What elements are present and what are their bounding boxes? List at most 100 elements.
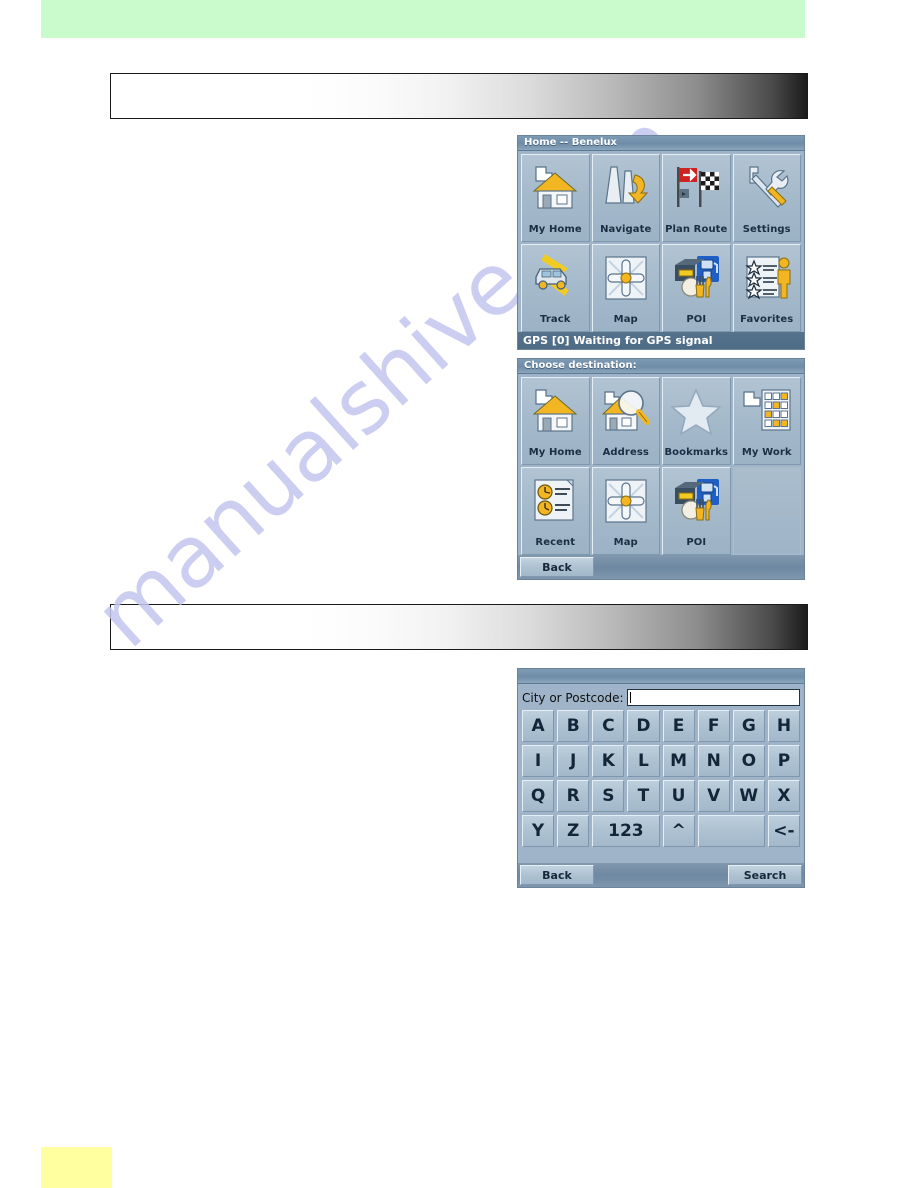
tile-navigate[interactable]: Navigate (591, 154, 660, 242)
key-s[interactable]: S (592, 780, 625, 812)
key-q[interactable]: Q (522, 780, 555, 812)
keyboard-title-bar (518, 669, 804, 684)
home-title-bar: Home -- Benelux (518, 136, 804, 151)
keyboard-row-1: A B C D E F G H (522, 710, 800, 742)
key-a[interactable]: A (522, 710, 555, 742)
tile-label: My Home (528, 224, 582, 235)
key-l[interactable]: L (627, 745, 660, 777)
navigate-arrow-icon (605, 166, 648, 204)
document-page: manualshive.com Home -- Benelux My Home (0, 0, 918, 1188)
key-n[interactable]: N (697, 745, 730, 777)
gps-status-text: GPS [0] Waiting for GPS signal (523, 334, 713, 347)
tile-label: Navigate (600, 224, 652, 235)
tile-label: POI (686, 537, 707, 548)
gps-status-bar: GPS [0] Waiting for GPS signal (518, 332, 804, 349)
keyboard-body: City or Postcode: A B C D E F G H I J K … (518, 684, 804, 847)
key-u[interactable]: U (662, 780, 695, 812)
map-crosshair-icon (605, 479, 647, 523)
dest-tile-address[interactable]: Address (591, 377, 660, 465)
key-i[interactable]: I (522, 745, 555, 777)
key-v[interactable]: V (697, 780, 730, 812)
map-crosshair-icon (605, 256, 647, 300)
gradient-rule-top (110, 73, 808, 119)
key-h[interactable]: H (767, 710, 800, 742)
green-header-band (41, 0, 805, 38)
yellow-footer-chip (41, 1147, 112, 1188)
keyboard-button-bar: Back Search (518, 863, 804, 887)
tile-favorites[interactable]: Favorites (732, 244, 801, 332)
dest-tile-recent[interactable]: Recent (521, 467, 590, 555)
tile-label: Plan Route (665, 224, 728, 235)
home-tile-grid: My Home Navigate Plan Route Settings Tra… (518, 151, 804, 335)
key-b[interactable]: B (557, 710, 590, 742)
recent-clock-list-icon (534, 479, 574, 521)
city-postcode-input[interactable] (626, 689, 800, 706)
home-icon (532, 389, 578, 432)
address-magnifier-icon (601, 390, 650, 431)
tile-label: My Home (528, 447, 582, 458)
tile-poi[interactable]: POI (662, 244, 731, 332)
destination-tile-grid: My Home Address Bookmarks My Work Recent… (518, 374, 804, 558)
dest-tile-poi[interactable]: POI (662, 467, 731, 555)
dest-tile-my-home[interactable]: My Home (521, 377, 590, 465)
keyboard-search-button[interactable]: Search (728, 865, 802, 885)
home-icon (532, 166, 578, 209)
button-bar-spacer (594, 865, 728, 885)
key-y[interactable]: Y (522, 815, 555, 847)
key-e[interactable]: E (662, 710, 695, 742)
poi-fuel-fork-icon (675, 479, 720, 521)
home-title: Home -- Benelux (524, 137, 618, 148)
star-icon (671, 389, 722, 435)
tools-wrench-screwdriver-icon (749, 166, 789, 208)
dest-tile-empty (732, 467, 801, 555)
key-p[interactable]: P (767, 745, 800, 777)
city-postcode-keyboard-screen: City or Postcode: A B C D E F G H I J K … (517, 668, 805, 888)
key-shift[interactable]: ^ (662, 815, 695, 847)
destination-title-bar: Choose destination: (518, 359, 804, 374)
key-x[interactable]: X (767, 780, 800, 812)
destination-button-bar: Back (518, 555, 804, 579)
text-caret (629, 692, 631, 703)
key-g[interactable]: G (732, 710, 765, 742)
city-postcode-label: City or Postcode: (522, 690, 624, 705)
plan-route-flags-icon (677, 167, 720, 207)
dest-tile-map[interactable]: Map (591, 467, 660, 555)
keyboard-row-3: Q R S T U V W X (522, 780, 800, 812)
key-o[interactable]: O (732, 745, 765, 777)
tile-label: Bookmarks (664, 447, 729, 458)
keyboard-row-2: I J K L M N O P (522, 745, 800, 777)
tile-label: Favorites (740, 314, 794, 325)
tile-label: Track (540, 314, 571, 325)
my-work-building-icon (743, 389, 791, 431)
keyboard-row-4: Y Z 123 ^ <- (522, 815, 800, 847)
key-backspace[interactable]: <- (767, 815, 800, 847)
tile-my-home[interactable]: My Home (521, 154, 590, 242)
key-r[interactable]: R (557, 780, 590, 812)
key-j[interactable]: J (557, 745, 590, 777)
tile-label: Map (613, 537, 638, 548)
tile-map[interactable]: Map (591, 244, 660, 332)
tile-track[interactable]: Track (521, 244, 590, 332)
tile-label: Settings (742, 224, 791, 235)
tile-plan-route[interactable]: Plan Route (662, 154, 731, 242)
key-z[interactable]: Z (557, 815, 590, 847)
key-numeric-mode[interactable]: 123 (592, 815, 660, 847)
key-k[interactable]: K (592, 745, 625, 777)
tile-label: Recent (535, 537, 576, 548)
dest-tile-my-work[interactable]: My Work (732, 377, 801, 465)
key-c[interactable]: C (592, 710, 625, 742)
tile-settings[interactable]: Settings (732, 154, 801, 242)
car-track-icon (535, 254, 570, 296)
dest-tile-bookmarks[interactable]: Bookmarks (662, 377, 731, 465)
key-space[interactable] (697, 815, 765, 847)
key-w[interactable]: W (732, 780, 765, 812)
key-d[interactable]: D (627, 710, 660, 742)
key-t[interactable]: T (627, 780, 660, 812)
button-bar-spacer (594, 557, 802, 577)
gps-home-screen: Home -- Benelux My Home Navigate Plan Ro… (517, 135, 805, 350)
keyboard-back-button[interactable]: Back (520, 865, 594, 885)
keyboard-rows: A B C D E F G H I J K L M N O P Q R S T … (522, 710, 800, 847)
key-f[interactable]: F (697, 710, 730, 742)
destination-back-button[interactable]: Back (520, 557, 594, 577)
key-m[interactable]: M (662, 745, 695, 777)
